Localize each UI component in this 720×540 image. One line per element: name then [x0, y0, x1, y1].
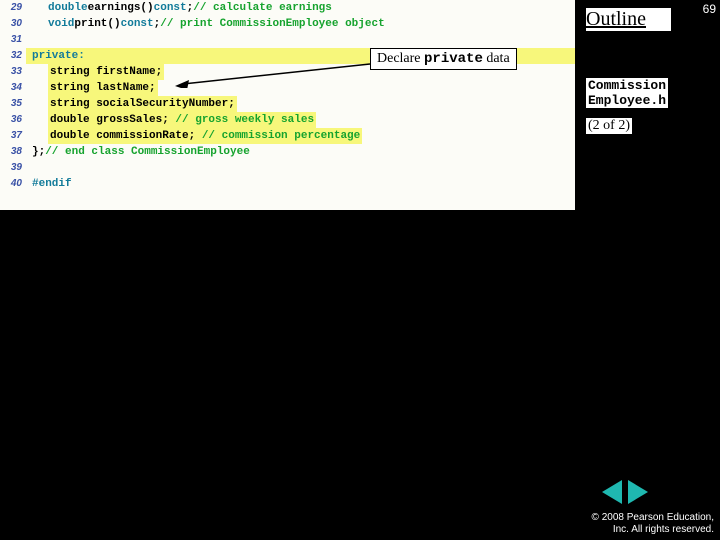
- nav-controls: [602, 480, 648, 504]
- line-number: 38: [0, 144, 26, 160]
- line-number: 29: [0, 0, 26, 16]
- callout-suffix: data: [483, 51, 510, 66]
- code-line: 36 double grossSales; // gross weekly sa…: [0, 112, 575, 128]
- next-slide-button[interactable]: [628, 480, 648, 504]
- code-line: 34 string lastName;: [0, 80, 575, 96]
- line-number: 39: [0, 160, 26, 176]
- highlight-text: double grossSales; // gross weekly sales: [48, 112, 316, 128]
- keyword: double: [48, 0, 88, 16]
- highlight-text: string lastName;: [48, 80, 158, 96]
- file-name-label: CommissionEmployee.h: [586, 78, 668, 108]
- code-line: 39: [0, 160, 575, 176]
- line-number: 31: [0, 32, 26, 48]
- line-number: 37: [0, 128, 26, 144]
- code-line: 31: [0, 32, 575, 48]
- code-line: 40 #endif: [0, 176, 575, 192]
- code-text: ;: [187, 0, 194, 16]
- code-text: print(): [74, 16, 120, 32]
- line-number: 30: [0, 16, 26, 32]
- callout-prefix: Declare: [377, 51, 424, 66]
- comment: // print CommissionEmployee object: [160, 16, 384, 32]
- code-text: ;: [154, 16, 161, 32]
- code-text: };: [32, 144, 45, 160]
- code-listing: 29 double earnings() const; // calculate…: [0, 0, 575, 210]
- line-number: 33: [0, 64, 26, 80]
- code-line: 37 double commissionRate; // commission …: [0, 128, 575, 144]
- outline-heading: Outline: [586, 8, 671, 31]
- code-line: 35 string socialSecurityNumber;: [0, 96, 575, 112]
- line-number: 40: [0, 176, 26, 192]
- code-line: 38 }; // end class CommissionEmployee: [0, 144, 575, 160]
- keyword: void: [48, 16, 74, 32]
- page-of-label: (2 of 2): [586, 118, 632, 134]
- page-number: 69: [703, 2, 716, 16]
- line-number: 35: [0, 96, 26, 112]
- annotation-callout: Declare private data: [370, 48, 517, 70]
- line-number: 36: [0, 112, 26, 128]
- line-number: 34: [0, 80, 26, 96]
- code-line: 30 void print() const; // print Commissi…: [0, 16, 575, 32]
- callout-keyword: private: [424, 51, 483, 67]
- comment: // calculate earnings: [193, 0, 332, 16]
- keyword: private:: [32, 48, 85, 64]
- prev-slide-button[interactable]: [602, 480, 622, 504]
- comment: // end class CommissionEmployee: [45, 144, 250, 160]
- keyword: const: [154, 0, 187, 16]
- code-line: 29 double earnings() const; // calculate…: [0, 0, 575, 16]
- copyright-text: © 2008 Pearson Education,Inc. All rights…: [592, 512, 714, 536]
- preprocessor: #endif: [32, 176, 72, 192]
- keyword: const: [121, 16, 154, 32]
- highlight-text: double commissionRate; // commission per…: [48, 128, 362, 144]
- line-number: 32: [0, 48, 26, 64]
- highlight-text: string socialSecurityNumber;: [48, 96, 237, 112]
- highlight-text: string firstName;: [48, 64, 164, 80]
- code-text: earnings(): [88, 0, 154, 16]
